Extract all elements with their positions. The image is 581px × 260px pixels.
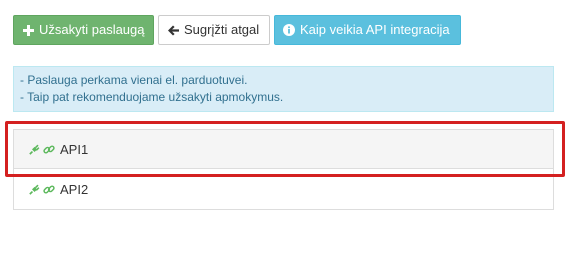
back-button[interactable]: Sugrįžti atgal [158,15,270,45]
plug-icon [29,183,41,195]
arrow-left-icon [167,24,179,36]
link-icon [43,143,55,155]
order-service-label: Užsakyti paslaugą [39,22,145,37]
alert-line: - Paslauga perkama vienai el. parduotuve… [20,73,248,87]
plus-icon [22,24,34,36]
integration-label: API2 [60,181,89,197]
alert-line: - Taip pat rekomenduojame užsakyti apmok… [20,90,284,104]
integration-item-api2[interactable]: API2 [13,169,554,210]
integration-label: API1 [60,141,89,157]
info-alert: - Paslauga perkama vienai el. parduotuve… [13,66,554,112]
order-service-button[interactable]: Užsakyti paslaugą [13,15,154,45]
link-icon [43,183,55,195]
info-circle-icon [283,24,295,36]
api-info-label: Kaip veikia API integracija [300,22,450,37]
api-info-button[interactable]: Kaip veikia API integracija [274,15,461,45]
plug-icon [29,143,41,155]
integration-item-api1[interactable]: API1 [13,129,554,169]
back-label: Sugrįžti atgal [184,22,260,37]
